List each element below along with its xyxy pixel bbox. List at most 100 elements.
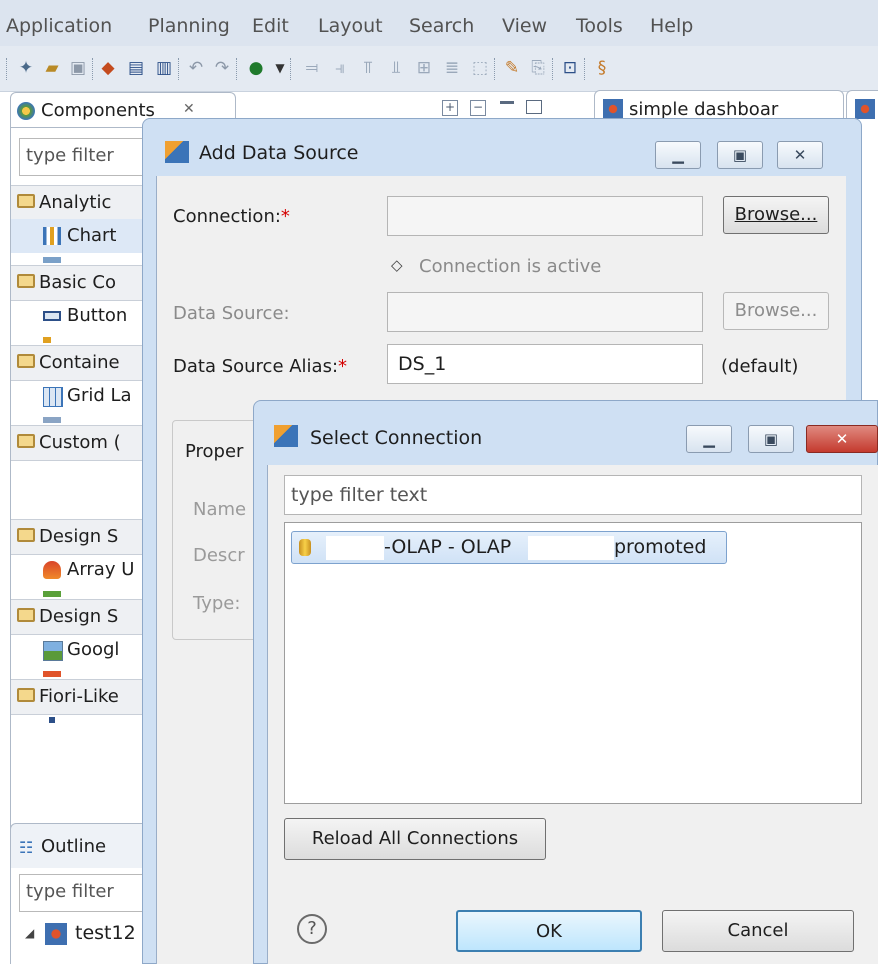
component-chart[interactable]: Chart (11, 219, 161, 253)
connection-field[interactable] (387, 196, 703, 236)
ok-button[interactable]: OK (456, 910, 642, 952)
dashboard-icon (603, 99, 623, 119)
align-icon[interactable]: ▤ (126, 58, 146, 78)
component-button[interactable]: Button (11, 299, 161, 333)
chart-type-icon (43, 337, 51, 343)
toolbar-separator (290, 58, 293, 80)
outline-filter-input[interactable]: type filter (19, 874, 161, 912)
cancel-button[interactable]: Cancel (662, 910, 854, 952)
open-folder-icon[interactable]: ▰ (42, 58, 62, 78)
alias-default-label: (default) (721, 356, 799, 377)
toolbar-separator (92, 58, 95, 80)
folder-icon (17, 354, 35, 368)
distribute-icon[interactable]: ▥ (154, 58, 174, 78)
close-tab-icon[interactable]: ✕ (183, 101, 195, 117)
copy-format-icon[interactable]: ⎘ (528, 58, 548, 78)
reload-connections-button[interactable]: Reload All Connections (284, 818, 546, 860)
redacted-region (326, 536, 384, 560)
connection-browse-button[interactable]: Browse... (723, 196, 829, 234)
sap-icon (43, 671, 61, 677)
close-button[interactable]: ✕ (806, 425, 878, 453)
maximize-view-icon[interactable] (526, 100, 542, 114)
crosstab-icon (43, 257, 61, 263)
component-array-util[interactable]: Array U (11, 553, 161, 587)
pin-icon[interactable]: ✎ (502, 58, 522, 78)
import-icon[interactable]: ◆ (98, 58, 118, 78)
connection-icon (274, 425, 298, 447)
add-data-source-title: Add Data Source (199, 142, 359, 164)
components-tab-label: Components (41, 100, 155, 121)
close-button[interactable]: ✕ (777, 141, 823, 169)
fit-icon[interactable]: ⬚ (470, 58, 490, 78)
menu-search[interactable]: Search (409, 15, 474, 37)
category-basic[interactable]: Basic Co (11, 265, 161, 301)
connection-list[interactable] (284, 522, 862, 804)
description-label: Descr (193, 545, 245, 566)
database-icon (299, 539, 311, 556)
expand-all-icon[interactable]: + (442, 100, 458, 116)
select-connection-title: Select Connection (310, 427, 483, 449)
outline-tab[interactable]: ☷ Outline (10, 823, 160, 869)
grid-icon (43, 387, 63, 407)
category-design-studio-2[interactable]: Design S (11, 599, 161, 635)
help-icon[interactable]: ? (297, 914, 327, 944)
menu-planning[interactable]: Planning (148, 15, 230, 37)
menu-application[interactable]: Application (6, 15, 112, 37)
menu-help[interactable]: Help (650, 15, 693, 37)
active-indicator-icon: ◇ (391, 256, 403, 274)
dashboard-icon (855, 99, 875, 119)
alias-input[interactable]: DS_1 (387, 344, 703, 384)
category-design-studio-1[interactable]: Design S (11, 519, 161, 555)
components-icon (17, 102, 35, 120)
redo-icon[interactable]: ↷ (212, 58, 232, 78)
data-source-label: Data Source: (173, 303, 290, 324)
align-bottom-icon[interactable]: ⫫ (386, 58, 406, 78)
component-google[interactable]: Googl (11, 633, 161, 667)
run-dropdown-icon[interactable]: ▼ (270, 58, 290, 78)
align-top-icon[interactable]: ⫪ (358, 58, 378, 78)
connection-filter-input[interactable]: type filter text (284, 475, 862, 515)
align-center-icon[interactable]: ⫣ (330, 58, 350, 78)
menu-tools[interactable]: Tools (576, 15, 623, 37)
category-fiori-like[interactable]: Fiori-Like (11, 679, 161, 715)
tree-expand-icon[interactable]: ◢ (25, 926, 34, 940)
data-source-browse-button[interactable]: Browse... (723, 292, 829, 330)
category-custom[interactable]: Custom ( (11, 425, 161, 461)
data-source-icon (165, 141, 189, 163)
connection-name: -OLAP - OLAP (384, 536, 512, 558)
undo-icon[interactable]: ↶ (186, 58, 206, 78)
properties-icon[interactable]: ⊡ (560, 58, 580, 78)
folder-icon (17, 434, 35, 448)
category-analytic[interactable]: Analytic (11, 185, 161, 221)
menu-view[interactable]: View (502, 15, 547, 37)
minimize-button[interactable]: ▁ (655, 141, 701, 169)
menu-edit[interactable]: Edit (252, 15, 289, 37)
maximize-button[interactable]: ▣ (717, 141, 763, 169)
toolbar-separator (584, 58, 587, 80)
category-container[interactable]: Containe (11, 345, 161, 381)
component-grid-layout[interactable]: Grid La (11, 379, 161, 413)
distribute-vertical-icon[interactable]: ≣ (442, 58, 462, 78)
data-source-field[interactable] (387, 292, 703, 332)
collapse-all-icon[interactable]: − (470, 100, 486, 116)
folder-icon (17, 194, 35, 208)
save-icon[interactable]: ▣ (68, 58, 88, 78)
minimize-view-icon[interactable] (500, 101, 514, 104)
maximize-button[interactable]: ▣ (748, 425, 794, 453)
components-filter-input[interactable]: type filter (19, 138, 161, 176)
align-middle-icon[interactable]: ⊞ (414, 58, 434, 78)
menu-layout[interactable]: Layout (318, 15, 383, 37)
outline-tree-item[interactable]: test12 (75, 922, 136, 944)
align-left-icon[interactable]: ⫤ (302, 58, 322, 78)
run-icon[interactable]: ● (246, 58, 266, 78)
name-label: Name (193, 499, 247, 520)
toolbar-separator (6, 58, 9, 80)
toolbar-separator (236, 58, 239, 80)
required-mark: * (280, 206, 290, 227)
outline-icon: ☷ (19, 838, 34, 857)
script-icon[interactable]: § (592, 58, 612, 78)
connection-list-item[interactable]: -OLAP - OLAP promoted (291, 531, 727, 564)
connection-label: Connection: (173, 206, 281, 227)
new-icon[interactable]: ✦ (16, 58, 36, 78)
minimize-button[interactable]: ▁ (686, 425, 732, 453)
